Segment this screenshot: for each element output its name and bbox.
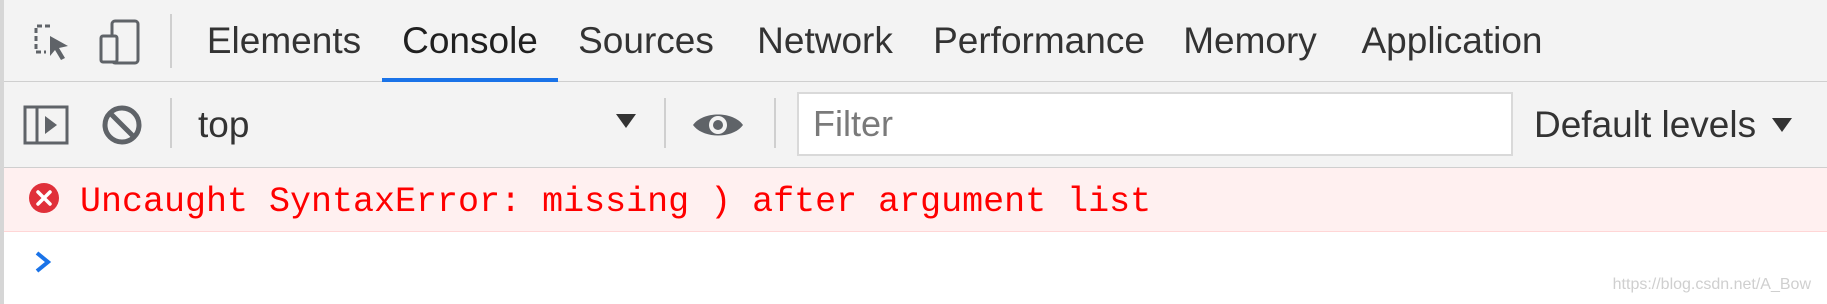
tab-application[interactable]: Application — [1354, 0, 1550, 82]
filter-input[interactable] — [797, 92, 1513, 156]
execution-context-select[interactable]: top — [190, 94, 646, 156]
tab-performance[interactable]: Performance — [930, 0, 1148, 82]
context-label: top — [198, 104, 250, 145]
tab-label: Performance — [933, 20, 1145, 61]
tab-bar-separator — [170, 14, 172, 68]
log-levels-dropdown[interactable]: Default levels — [1534, 94, 1794, 156]
tab-label: Elements — [206, 20, 362, 61]
toolbar-separator — [170, 98, 172, 148]
levels-label: Default levels — [1534, 104, 1757, 145]
console-error-message: Uncaught SyntaxError: missing ) after ar… — [4, 168, 1827, 232]
tab-label: Memory — [1183, 20, 1317, 61]
show-sidebar-icon[interactable] — [18, 97, 74, 153]
watermark: https://blog.csdn.net/A_Bow — [1612, 276, 1811, 293]
prompt-chevron-icon — [34, 250, 52, 279]
error-message-text: Uncaught SyntaxError: missing ) after ar… — [80, 182, 1152, 222]
toolbar-separator — [664, 98, 666, 148]
tab-label: Network — [757, 20, 893, 61]
inspect-element-icon[interactable] — [24, 14, 80, 70]
devtools-tab-bar: Elements Console Sources Network Perform… — [4, 0, 1827, 82]
tab-label: Application — [1361, 20, 1543, 61]
dropdown-caret-icon — [1770, 116, 1794, 134]
tab-memory[interactable]: Memory — [1172, 0, 1328, 82]
toolbar-separator — [774, 98, 776, 148]
console-prompt[interactable] — [4, 232, 1827, 292]
tab-network[interactable]: Network — [745, 0, 905, 82]
tab-console[interactable]: Console — [382, 0, 558, 82]
console-toolbar: top Default levels — [4, 82, 1827, 168]
dropdown-caret-icon — [614, 112, 638, 135]
error-circle-icon — [28, 182, 60, 219]
tab-label: Sources — [578, 20, 714, 61]
tab-label: Console — [402, 20, 538, 61]
tab-elements[interactable]: Elements — [202, 0, 366, 82]
clear-console-icon[interactable] — [94, 97, 150, 153]
device-toggle-icon[interactable] — [92, 14, 148, 70]
tab-sources[interactable]: Sources — [572, 0, 720, 82]
live-expression-eye-icon[interactable] — [690, 97, 746, 153]
